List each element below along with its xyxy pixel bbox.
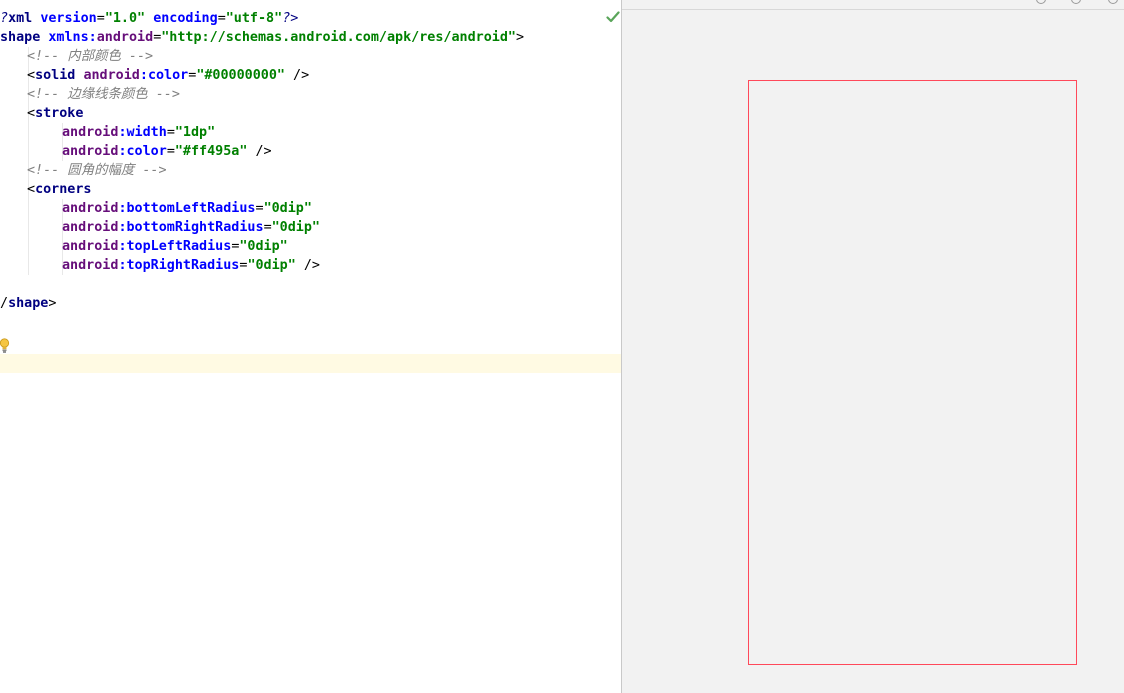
- token: =: [166, 144, 175, 159]
- token: :: [118, 239, 127, 254]
- token: "1.0": [104, 11, 146, 26]
- token: />: [247, 144, 272, 159]
- token: "0dip": [247, 258, 296, 273]
- token: bottomRightRadius: [126, 220, 264, 235]
- token: /: [0, 296, 9, 311]
- token: corners: [35, 182, 92, 197]
- code-line-1[interactable]: ?xml version="1.0" encoding="utf-8"?>: [0, 9, 298, 28]
- token: />: [285, 68, 310, 83]
- token: :: [118, 220, 127, 235]
- token: solid: [35, 68, 76, 83]
- current-line-highlight: [0, 354, 621, 373]
- token: android: [62, 258, 119, 273]
- code-line-2[interactable]: shape xmlns:android="http://schemas.andr…: [0, 28, 524, 47]
- token: android: [62, 220, 119, 235]
- token: =: [263, 220, 272, 235]
- token: >: [515, 30, 525, 45]
- token: "1dp": [174, 125, 216, 140]
- token: :: [118, 144, 127, 159]
- token: xmlns:: [48, 30, 97, 45]
- token: "http://schemas.android.com/apk/res/andr…: [161, 30, 516, 45]
- token: ?>: [282, 11, 299, 26]
- token: "0dip": [263, 201, 312, 216]
- refresh-icon[interactable]: [1036, 0, 1046, 4]
- code-line-8[interactable]: android:color="#ff495a" />: [62, 142, 272, 161]
- settings-icon[interactable]: [1071, 0, 1081, 4]
- token: <: [27, 68, 36, 83]
- code-line-7[interactable]: android:width="1dp": [62, 123, 215, 142]
- token: android: [62, 239, 119, 254]
- token: android: [62, 125, 119, 140]
- token: "utf-8": [225, 11, 283, 26]
- token: version: [40, 11, 97, 26]
- code-line-4[interactable]: <solid android:color="#00000000" />: [27, 66, 309, 85]
- token: color: [147, 68, 189, 83]
- token: =: [96, 11, 105, 26]
- code-line-11[interactable]: android:bottomLeftRadius="0dip": [62, 199, 312, 218]
- token: android: [62, 201, 119, 216]
- token: :: [118, 258, 127, 273]
- code-line-16[interactable]: /shape>: [0, 294, 56, 313]
- token: :: [139, 68, 148, 83]
- token: android: [62, 144, 119, 159]
- token: =: [255, 201, 264, 216]
- comment: <!-- 圆角的幅度 -->: [27, 163, 167, 178]
- preview-pane: [622, 0, 1124, 693]
- token: =: [166, 125, 175, 140]
- code-line-5[interactable]: <!-- 边缘线条颜色 -->: [27, 85, 180, 104]
- token: "#ff495a": [174, 144, 248, 159]
- token: />: [295, 258, 320, 273]
- code-line-10[interactable]: <corners: [27, 180, 92, 199]
- token: topLeftRadius: [126, 239, 232, 254]
- token: encoding: [153, 11, 218, 26]
- token: :: [118, 125, 127, 140]
- code-editor[interactable]: ?xml version="1.0" encoding="utf-8"?> sh…: [0, 0, 621, 693]
- code-line-3[interactable]: <!-- 内部颜色 -->: [27, 47, 153, 66]
- token: :: [118, 201, 127, 216]
- comment: <!-- 边缘线条颜色 -->: [27, 87, 180, 102]
- preview-toolbar: [622, 0, 1124, 10]
- comment: <!-- 内部颜色 -->: [27, 49, 154, 64]
- token: bottomLeftRadius: [126, 201, 256, 216]
- token: stroke: [35, 106, 84, 121]
- token: <: [27, 182, 36, 197]
- token: "0dip": [271, 220, 320, 235]
- token: ?: [0, 11, 9, 26]
- token: =: [217, 11, 226, 26]
- code-line-14[interactable]: android:topRightRadius="0dip" />: [62, 256, 320, 275]
- code-line-12[interactable]: android:bottomRightRadius="0dip": [62, 218, 320, 237]
- token: android: [96, 30, 154, 45]
- code-line-6[interactable]: <stroke: [27, 104, 83, 123]
- token: topRightRadius: [126, 258, 240, 273]
- token: <: [27, 106, 36, 121]
- token: >: [48, 296, 57, 311]
- token: "0dip": [239, 239, 288, 254]
- token: "#00000000": [196, 68, 285, 83]
- token: android: [83, 68, 140, 83]
- zoom-icon[interactable]: [1108, 0, 1118, 4]
- token: shape: [0, 30, 41, 45]
- lightbulb-icon[interactable]: [0, 338, 10, 354]
- token: xml: [8, 11, 33, 26]
- token: width: [126, 125, 167, 140]
- code-line-13[interactable]: android:topLeftRadius="0dip": [62, 237, 288, 256]
- token: shape: [8, 296, 49, 311]
- token: color: [126, 144, 167, 159]
- code-line-9[interactable]: <!-- 圆角的幅度 -->: [27, 161, 167, 180]
- shape-preview-rectangle: [748, 80, 1077, 665]
- check-icon[interactable]: [606, 11, 620, 23]
